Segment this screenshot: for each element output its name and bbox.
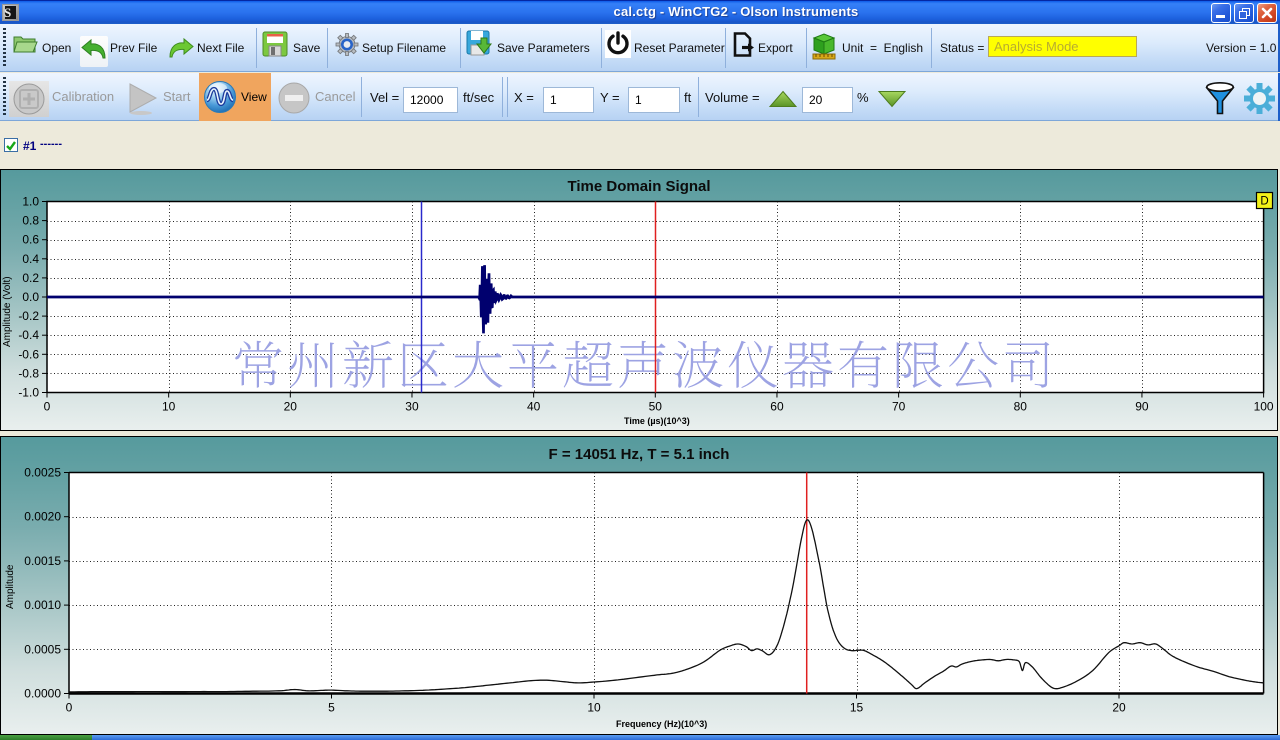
svg-text:50: 50 — [649, 400, 663, 414]
svg-text:40: 40 — [527, 400, 541, 414]
svg-text:0.6: 0.6 — [22, 233, 39, 247]
svg-text:-0.4: -0.4 — [18, 328, 39, 342]
svg-text:0.0025: 0.0025 — [24, 466, 61, 480]
svg-text:0.2: 0.2 — [22, 271, 39, 285]
svg-text:80: 80 — [1014, 400, 1028, 414]
svg-text:70: 70 — [892, 400, 906, 414]
svg-text:15: 15 — [850, 701, 864, 715]
svg-text:30: 30 — [405, 400, 419, 414]
svg-text:0.8: 0.8 — [22, 214, 39, 228]
svg-text:0: 0 — [66, 701, 73, 715]
svg-text:60: 60 — [770, 400, 784, 414]
svg-text:0.0: 0.0 — [22, 290, 39, 304]
svg-text:0.0010: 0.0010 — [24, 598, 61, 612]
svg-text:-0.2: -0.2 — [18, 309, 39, 323]
svg-text:-0.6: -0.6 — [18, 347, 39, 361]
svg-text:100: 100 — [1254, 400, 1274, 414]
svg-text:D: D — [1260, 196, 1268, 208]
svg-text:20: 20 — [284, 400, 298, 414]
svg-text:-0.8: -0.8 — [18, 366, 39, 380]
svg-text:0: 0 — [44, 400, 51, 414]
svg-text:0.4: 0.4 — [22, 252, 39, 266]
svg-text:Frequency (Hz)(10^3): Frequency (Hz)(10^3) — [616, 719, 707, 729]
svg-text:90: 90 — [1135, 400, 1149, 414]
svg-text:0.0020: 0.0020 — [24, 510, 61, 524]
svg-text:-1.0: -1.0 — [18, 386, 39, 400]
svg-text:0.0005: 0.0005 — [24, 642, 61, 656]
svg-text:10: 10 — [587, 701, 601, 715]
svg-text:Time (µs)(10^3): Time (µs)(10^3) — [624, 416, 690, 426]
svg-text:0.0015: 0.0015 — [24, 554, 61, 568]
svg-text:0.0000: 0.0000 — [24, 687, 61, 701]
svg-text:20: 20 — [1112, 701, 1126, 715]
svg-text:10: 10 — [162, 400, 176, 414]
svg-text:1.0: 1.0 — [22, 195, 39, 209]
svg-text:5: 5 — [328, 701, 335, 715]
